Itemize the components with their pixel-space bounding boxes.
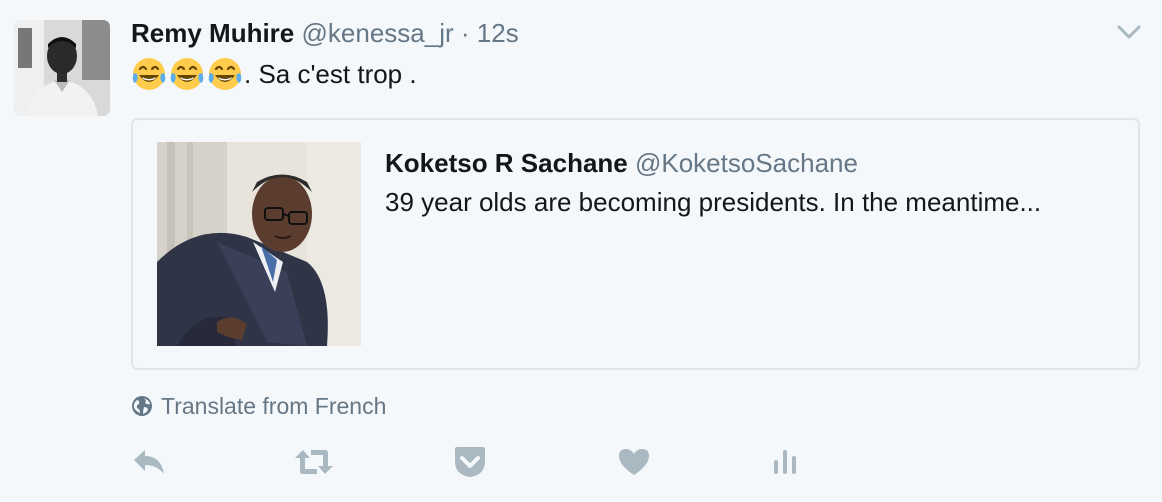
translate-label: Translate from French: [161, 393, 387, 419]
globe-icon: [132, 396, 152, 416]
author-handle[interactable]: @kenessa_jr: [302, 18, 454, 48]
like-button[interactable]: [617, 444, 651, 480]
pocket-button[interactable]: [453, 444, 487, 480]
retweet-icon: [295, 450, 333, 474]
author-name[interactable]: Remy Muhire: [131, 18, 294, 48]
tweet-text: . Sa c'est trop .: [131, 54, 417, 94]
like-icon: [619, 449, 649, 475]
quoted-tweet-photo[interactable]: [157, 142, 361, 346]
face-with-tears-of-joy-icon: [170, 58, 204, 90]
pocket-icon: [455, 447, 485, 477]
quoted-tweet-card[interactable]: Koketso R Sachane @KoketsoSachane 39 yea…: [131, 118, 1140, 370]
tweet-body-text: . Sa c'est trop .: [244, 59, 417, 89]
reply-icon: [134, 450, 164, 474]
quoted-author-handle[interactable]: @KoketsoSachane: [635, 148, 858, 178]
analytics-icon: [774, 450, 796, 474]
analytics-button[interactable]: [771, 444, 801, 480]
chevron-down-icon[interactable]: [1114, 20, 1144, 44]
author-avatar[interactable]: [14, 20, 110, 116]
face-with-tears-of-joy-icon: [208, 58, 242, 90]
quoted-author-name[interactable]: Koketso R Sachane: [385, 148, 628, 178]
quoted-tweet-text: 39 year olds are becoming presidents. In…: [385, 187, 1042, 217]
reply-button[interactable]: [131, 444, 167, 480]
tweet-timestamp[interactable]: 12s: [477, 18, 519, 48]
header-separator: ·: [460, 18, 470, 48]
translate-link[interactable]: Translate from French: [131, 390, 386, 422]
tweet-header: Remy Muhire @kenessa_jr · 12s: [131, 16, 519, 50]
quoted-tweet-header: Koketso R Sachane @KoketsoSachane: [385, 146, 858, 180]
tweet[interactable]: Remy Muhire @kenessa_jr · 12s . Sa c'est…: [0, 0, 1162, 502]
face-with-tears-of-joy-icon: [132, 58, 166, 90]
retweet-button[interactable]: [293, 444, 335, 480]
